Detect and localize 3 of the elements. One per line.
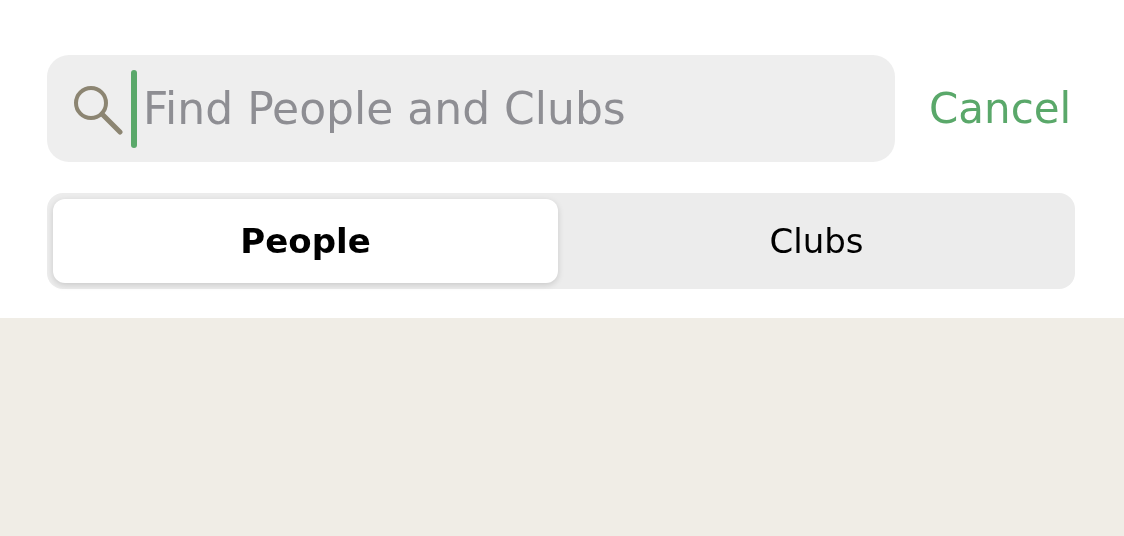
segment-tab[interactable]: Clubs	[564, 199, 1069, 283]
segment-tab[interactable]: People	[53, 199, 558, 283]
search-field[interactable]: Find People and Clubs	[47, 55, 895, 162]
